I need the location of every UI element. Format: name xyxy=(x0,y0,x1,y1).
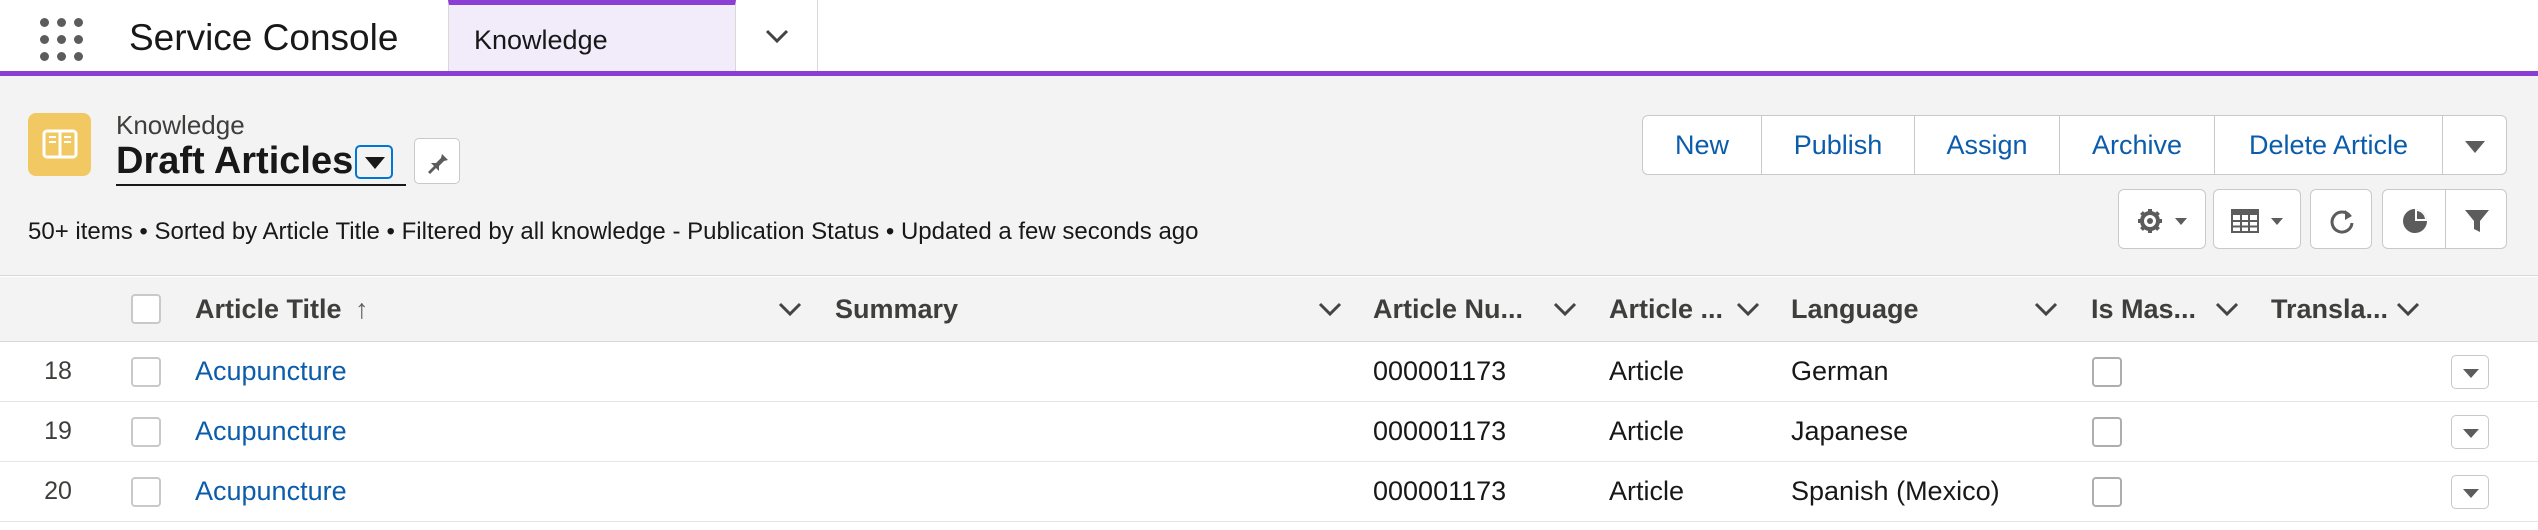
row-select-checkbox[interactable] xyxy=(131,357,161,387)
assign-button[interactable]: Assign xyxy=(1915,115,2060,175)
column-header-translation[interactable]: Transla... xyxy=(2271,277,2388,341)
chevron-down-icon[interactable] xyxy=(1736,301,1760,317)
language-cell: Spanish (Mexico) xyxy=(1791,476,2000,506)
row-select-checkbox[interactable] xyxy=(131,417,161,447)
sort-ascending-icon: ↑ xyxy=(355,294,369,324)
list-info: 50+ items • Sorted by Article Title • Fi… xyxy=(28,218,1199,245)
chevron-down-icon[interactable] xyxy=(2215,301,2239,317)
object-name: Knowledge xyxy=(116,110,245,140)
caret-down-icon xyxy=(2464,141,2485,153)
pin-list-view-button[interactable] xyxy=(414,138,460,184)
caret-down-icon xyxy=(2175,218,2187,225)
table-row: 20 Acupuncture 000001173 Article Spanish… xyxy=(0,462,2538,522)
row-actions-button[interactable] xyxy=(2451,415,2489,449)
table-row: 18 Acupuncture 000001173 Article German xyxy=(0,342,2538,402)
refresh-icon xyxy=(2330,210,2354,234)
nav-menu-button[interactable] xyxy=(736,0,818,71)
tab-label: Knowledge xyxy=(474,25,608,55)
app-title: Service Console xyxy=(129,17,399,58)
table-header: Article Title ↑ Summary Article Nu... Ar… xyxy=(0,277,2538,342)
language-cell: German xyxy=(1791,356,1889,386)
list-actions: New Publish Assign Archive Delete Articl… xyxy=(1642,115,2507,175)
caret-down-icon xyxy=(2271,218,2283,225)
chevron-down-icon[interactable] xyxy=(1318,301,1342,317)
article-number-cell: 000001173 xyxy=(1373,416,1507,446)
chevron-down-icon[interactable] xyxy=(778,301,802,317)
caret-down-icon xyxy=(365,157,385,169)
display-as-button[interactable] xyxy=(2213,189,2301,249)
row-number: 18 xyxy=(44,357,72,385)
chevron-down-icon[interactable] xyxy=(2034,301,2058,317)
list-settings-button[interactable] xyxy=(2118,189,2206,249)
article-title-link[interactable]: Acupuncture xyxy=(195,402,347,461)
row-actions-button[interactable] xyxy=(2451,355,2489,389)
gear-icon xyxy=(2138,209,2162,233)
delete-article-button[interactable]: Delete Article xyxy=(2215,115,2443,175)
caret-down-icon xyxy=(2463,429,2479,438)
language-cell: Japanese xyxy=(1791,416,1909,446)
list-view-name[interactable]: Draft Articles xyxy=(116,138,353,184)
is-master-checkbox xyxy=(2092,417,2122,447)
tab-knowledge[interactable]: Knowledge xyxy=(448,0,736,71)
table-icon xyxy=(2231,209,2259,233)
article-title-link[interactable]: Acupuncture xyxy=(195,462,347,521)
row-number: 20 xyxy=(44,477,72,505)
table-row: 19 Acupuncture 000001173 Article Japanes… xyxy=(0,402,2538,462)
list-view-header: Knowledge Draft Articles New Publish Ass… xyxy=(0,76,2538,276)
caret-down-icon xyxy=(2463,489,2479,498)
pie-chart-icon xyxy=(2403,209,2427,233)
archive-button[interactable]: Archive xyxy=(2060,115,2215,175)
article-type-cell: Article xyxy=(1609,416,1685,446)
chevron-down-icon[interactable] xyxy=(2396,301,2420,317)
app-launcher-icon[interactable] xyxy=(40,18,84,62)
article-number-cell: 000001173 xyxy=(1373,476,1507,506)
knowledge-book-icon xyxy=(28,113,91,176)
charts-button[interactable] xyxy=(2382,189,2446,249)
article-title-link[interactable]: Acupuncture xyxy=(195,342,347,401)
more-actions-button[interactable] xyxy=(2443,115,2507,175)
list-view-underline xyxy=(116,184,406,186)
chevron-down-icon[interactable] xyxy=(1553,301,1577,317)
article-type-cell: Article xyxy=(1609,356,1685,386)
row-select-checkbox[interactable] xyxy=(131,477,161,507)
caret-down-icon xyxy=(2463,369,2479,378)
refresh-button[interactable] xyxy=(2310,189,2372,249)
column-header-language[interactable]: Language xyxy=(1791,277,1919,341)
pin-icon xyxy=(428,151,448,174)
column-header-summary[interactable]: Summary xyxy=(835,277,958,341)
list-view-switcher-button[interactable] xyxy=(355,145,393,179)
article-type-cell: Article xyxy=(1609,476,1685,506)
global-nav-bar: Service Console Knowledge xyxy=(0,0,2538,76)
new-button[interactable]: New xyxy=(1642,115,1762,175)
row-number: 19 xyxy=(44,417,72,445)
column-header-article-type[interactable]: Article ... xyxy=(1609,277,1723,341)
article-number-cell: 000001173 xyxy=(1373,356,1507,386)
chevron-down-icon xyxy=(765,29,789,44)
publish-button[interactable]: Publish xyxy=(1762,115,1915,175)
is-master-checkbox xyxy=(2092,357,2122,387)
column-header-is-master[interactable]: Is Mas... xyxy=(2091,277,2196,341)
select-all-checkbox[interactable] xyxy=(131,294,161,324)
filter-icon xyxy=(2465,210,2489,232)
column-header-article-number[interactable]: Article Nu... xyxy=(1373,277,1523,341)
row-actions-button[interactable] xyxy=(2451,475,2489,509)
is-master-checkbox xyxy=(2092,477,2122,507)
column-header-article-title[interactable]: Article Title ↑ xyxy=(195,277,369,341)
filters-button[interactable] xyxy=(2445,189,2507,249)
